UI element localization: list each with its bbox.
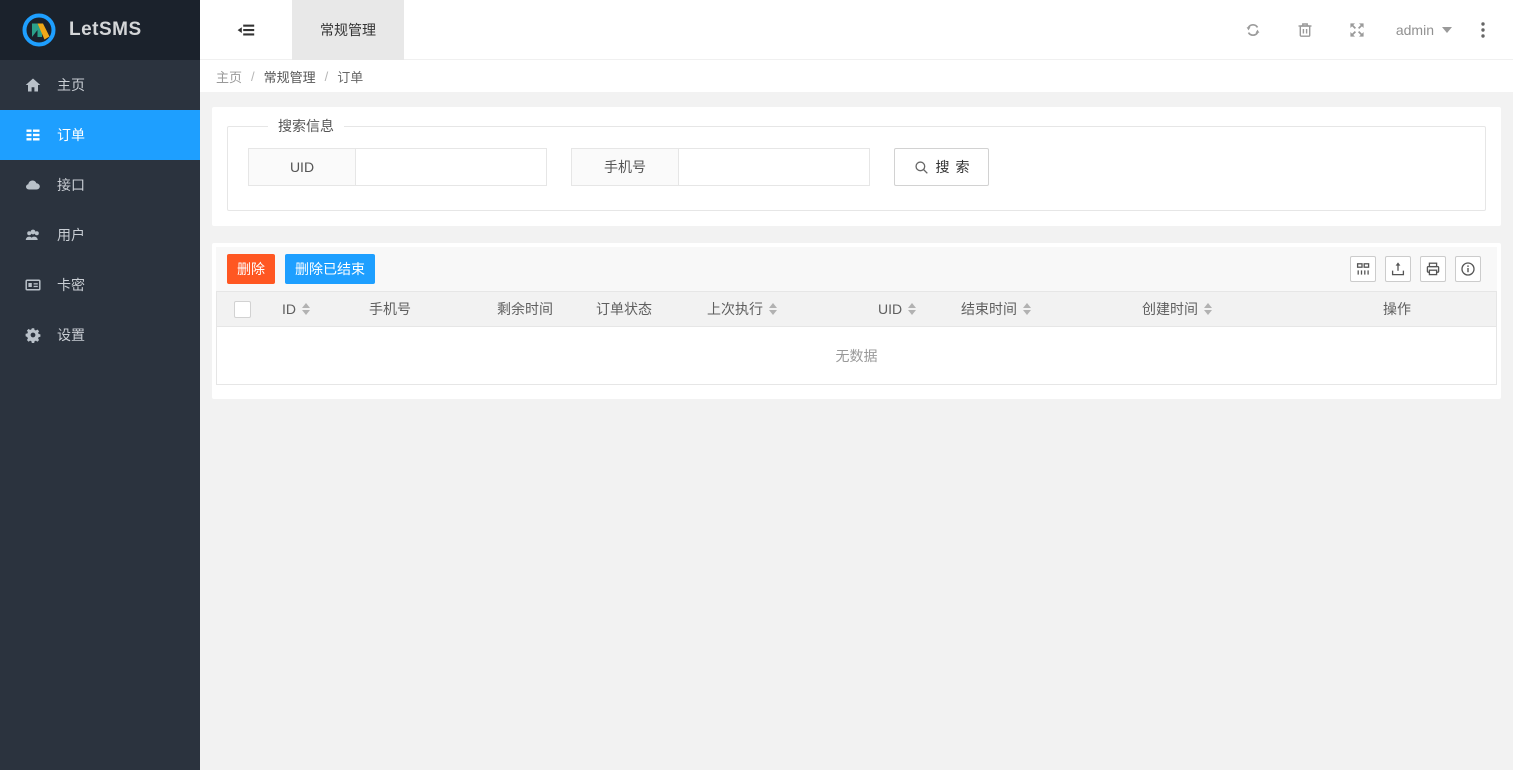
trash-icon [1296,21,1314,39]
uid-field-group: UID [248,148,547,186]
tab-label: 常规管理 [320,20,376,40]
select-all-cell [217,292,267,327]
gear-icon [25,327,41,343]
main-area: 常规管理 [200,0,1513,770]
sort-icon[interactable] [302,303,310,315]
col-uid-header: UID [863,292,946,327]
orders-table-card: 删除 删除已结束 [212,243,1501,399]
username: admin [1396,22,1434,38]
breadcrumb-item-home[interactable]: 主页 [216,67,242,86]
search-legend: 搜索信息 [268,116,344,136]
print-button[interactable] [1420,256,1446,282]
col-remaining-time-header: 剩余时间 [482,292,581,327]
orders-table: ID 手机号 剩余时间 订单状态 上次执行 [216,291,1497,385]
users-icon [25,227,41,243]
search-fieldset: 搜索信息 UID 手机号 [227,116,1486,211]
phone-field-label: 手机号 [571,148,679,186]
sidebar-menu: 主页 订单 接口 用户 [0,60,200,360]
sidebar-item-label: 接口 [57,175,85,195]
col-actions-header: 操作 [1368,292,1496,327]
sidebar-item-settings[interactable]: 设置 [0,310,200,360]
sidebar-item-label: 订单 [57,125,85,145]
table-tool-icons [1350,256,1481,282]
brand-name: LetSMS [69,19,142,41]
print-icon [1425,261,1441,277]
topbar: 常规管理 [200,0,1513,60]
export-icon [1390,261,1406,277]
breadcrumb-item-orders: 订单 [337,67,363,86]
search-form-row: UID 手机号 搜索 [248,148,1465,186]
export-button[interactable] [1385,256,1411,282]
home-icon [25,77,41,93]
info-icon [1460,261,1476,277]
search-button[interactable]: 搜索 [894,148,989,186]
columns-filter-button[interactable] [1350,256,1376,282]
fullscreen-icon [1348,21,1366,39]
breadcrumb: 主页 / 常规管理 / 订单 [200,60,1513,92]
search-panel: 搜索信息 UID 手机号 [212,107,1501,226]
caret-down-icon [1442,27,1452,38]
sidebar-item-label: 卡密 [57,275,85,295]
letsms-logo-icon [21,12,57,48]
uid-input[interactable] [356,148,547,186]
cloud-icon [25,177,41,193]
sort-icon[interactable] [769,303,777,315]
table-empty-state: 无数据 [217,327,1496,384]
sidebar-item-label: 主页 [57,75,85,95]
clear-cache-button[interactable] [1279,0,1331,60]
uid-field-label: UID [248,148,356,186]
sidebar-item-label: 用户 [57,225,85,245]
refresh-button[interactable] [1227,0,1279,60]
search-button-label: 搜索 [936,157,976,177]
col-id-header: ID [267,292,354,327]
sidebar-item-orders[interactable]: 订单 [0,110,200,160]
sidebar: LetSMS 主页 订单 接口 [0,0,200,770]
page: LetSMS 主页 订单 接口 [0,0,1513,770]
sidebar-item-cards[interactable]: 卡密 [0,260,200,310]
more-vertical-icon [1481,22,1485,38]
user-menu[interactable]: admin [1383,21,1465,38]
col-phone-header: 手机号 [354,292,482,327]
sort-icon[interactable] [908,303,916,315]
breadcrumb-separator: / [251,69,255,84]
table-toolbar: 删除 删除已结束 [216,247,1497,291]
sort-icon[interactable] [1023,303,1031,315]
sidebar-item-home[interactable]: 主页 [0,60,200,110]
menu-collapse-icon [237,21,255,39]
sidebar-item-label: 设置 [57,325,85,345]
col-last-exec-header: 上次执行 [692,292,863,327]
phone-field-group: 手机号 [571,148,870,186]
content: 搜索信息 UID 手机号 [200,92,1513,399]
refresh-icon [1244,21,1262,39]
phone-input[interactable] [679,148,870,186]
breadcrumb-item-general[interactable]: 常规管理 [264,67,316,86]
col-create-time-header: 创建时间 [1127,292,1368,327]
menu-collapse-button[interactable] [200,0,292,60]
order-list-icon [25,127,41,143]
search-icon [914,160,929,175]
sort-icon[interactable] [1204,303,1212,315]
info-button[interactable] [1455,256,1481,282]
card-icon [25,277,41,293]
fullscreen-button[interactable] [1331,0,1383,60]
columns-filter-icon [1355,261,1371,277]
more-menu-button[interactable] [1465,0,1501,60]
logo: LetSMS [0,0,200,60]
select-all-checkbox[interactable] [234,301,251,318]
col-end-time-header: 结束时间 [946,292,1127,327]
delete-button[interactable]: 删除 [227,254,275,284]
delete-finished-button[interactable]: 删除已结束 [285,254,375,284]
sidebar-item-users[interactable]: 用户 [0,210,200,260]
topbar-actions: admin [1227,0,1513,60]
col-order-status-header: 订单状态 [581,292,692,327]
sidebar-item-api[interactable]: 接口 [0,160,200,210]
table-header-row: ID 手机号 剩余时间 订单状态 上次执行 [217,292,1496,327]
tab-general-management[interactable]: 常规管理 [292,0,404,60]
breadcrumb-separator: / [325,69,329,84]
